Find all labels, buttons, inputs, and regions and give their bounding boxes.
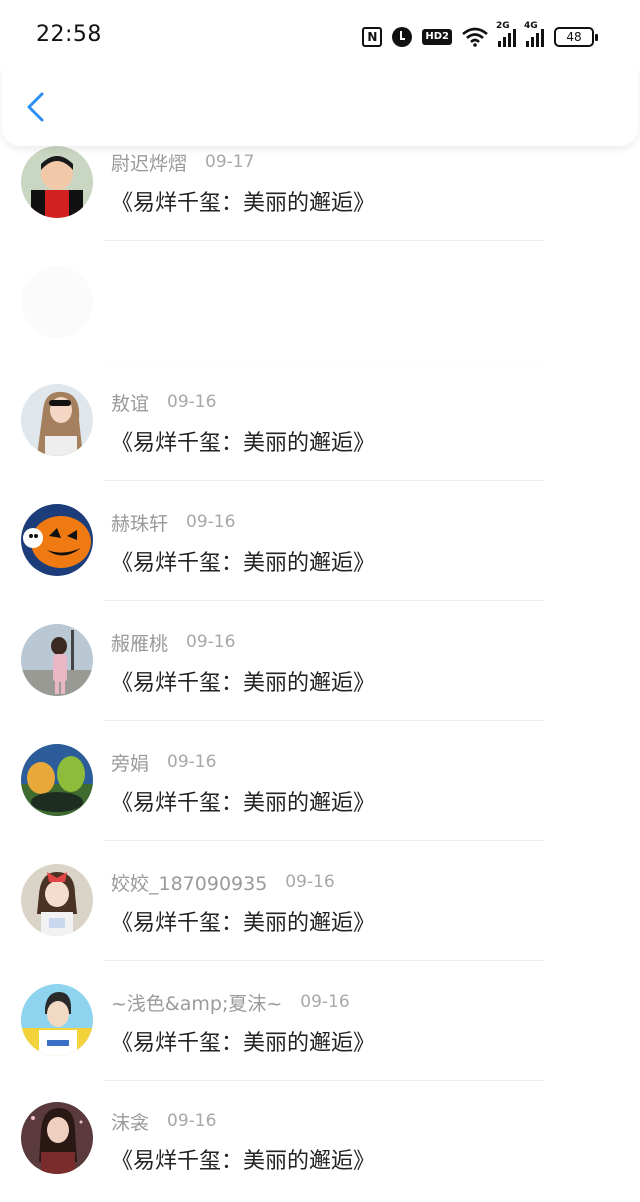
avatar[interactable] — [21, 1102, 93, 1174]
comment-meta: 敖谊 09-16 — [111, 389, 216, 415]
divider — [104, 240, 544, 241]
username[interactable]: 旁娟 — [111, 749, 149, 776]
list-item[interactable]: 赫珠轩 09-16 《易烊千玺：美丽的邂逅》 — [0, 502, 640, 622]
comment-text: 《易烊千玺：美丽的邂逅》 — [111, 791, 376, 816]
nfc-icon: N — [362, 27, 383, 47]
list-item[interactable]: 旁娟 09-16 《易烊千玺：美丽的邂逅》 — [0, 742, 640, 862]
divider — [104, 360, 544, 361]
list-item[interactable]: ~浅色&amp;夏沫~ 09-16 《易烊千玺：美丽的邂逅》 — [0, 982, 640, 1102]
username[interactable]: 沫衾 — [111, 1108, 149, 1135]
avatar[interactable] — [21, 864, 93, 936]
divider — [104, 960, 544, 961]
comment-date: 09-16 — [167, 392, 217, 412]
comment-meta: 尉迟烨熠 09-17 — [111, 149, 254, 175]
comment-meta: 赫珠轩 09-16 — [111, 509, 235, 535]
comment-meta: 赧雁桃 09-16 — [111, 629, 235, 655]
avatar[interactable] — [21, 384, 93, 456]
status-icons: N HD2 2G 4G 48 — [362, 21, 598, 50]
comment-date: 09-16 — [167, 752, 217, 772]
list-item[interactable]: 敖谊 09-16 《易烊千玺：美丽的邂逅》 — [0, 382, 640, 502]
comment-date: 09-17 — [205, 152, 255, 172]
list-item[interactable]: 尉迟烨熠 09-17 《易烊千玺：美丽的邂逅》 — [0, 142, 640, 262]
alarm-icon — [392, 27, 413, 47]
app-header — [2, 64, 638, 146]
status-bar: 22:58 N HD2 2G 4G 48 — [0, 0, 640, 72]
divider — [104, 480, 544, 481]
comment-meta: 姣姣_187090935 09-16 — [111, 869, 335, 895]
wifi-icon — [462, 27, 488, 47]
username[interactable]: 赫珠轩 — [111, 509, 168, 536]
network-type: 2G — [496, 21, 510, 31]
comment-date: 09-16 — [167, 1111, 217, 1131]
list-item[interactable] — [0, 262, 640, 382]
comment-meta: 沫衾 09-16 — [111, 1108, 216, 1134]
divider — [104, 720, 544, 721]
comment-text: 《易烊千玺：美丽的邂逅》 — [111, 1149, 376, 1174]
comment-date: 09-16 — [186, 512, 236, 532]
divider — [104, 600, 544, 601]
chevron-left-icon — [27, 92, 44, 122]
comment-date: 09-16 — [285, 872, 335, 892]
avatar[interactable] — [21, 984, 93, 1056]
list-item[interactable]: 姣姣_187090935 09-16 《易烊千玺：美丽的邂逅》 — [0, 862, 640, 982]
username[interactable]: 赧雁桃 — [111, 629, 168, 656]
avatar[interactable] — [21, 266, 93, 338]
comment-text: 《易烊千玺：美丽的邂逅》 — [111, 1031, 376, 1056]
comment-date: 09-16 — [300, 992, 350, 1012]
signal-2g-icon: 2G — [496, 21, 516, 47]
username[interactable]: 敖谊 — [111, 389, 149, 416]
hd-voice-icon: HD2 — [422, 29, 452, 45]
screen: 尉迟烨熠 09-17 《易烊千玺：美丽的邂逅》 敖谊 09-16 《易烊千玺：美… — [0, 0, 640, 1202]
username[interactable]: ~浅色&amp;夏沫~ — [111, 989, 282, 1016]
battery-icon: 48 — [554, 27, 598, 47]
comment-text: 《易烊千玺：美丽的邂逅》 — [111, 431, 376, 456]
list-item[interactable]: 沫衾 09-16 《易烊千玺：美丽的邂逅》 — [0, 1102, 640, 1202]
back-button[interactable] — [20, 90, 54, 124]
network-type: 4G — [524, 21, 538, 31]
comment-date: 09-16 — [186, 632, 236, 652]
username[interactable]: 姣姣_187090935 — [111, 869, 267, 896]
signal-4g-icon: 4G — [524, 21, 544, 47]
divider — [104, 840, 544, 841]
divider — [104, 1080, 544, 1081]
avatar[interactable] — [21, 504, 93, 576]
clock: 22:58 — [36, 22, 102, 47]
username[interactable]: 尉迟烨熠 — [111, 149, 187, 176]
comment-text: 《易烊千玺：美丽的邂逅》 — [111, 191, 376, 216]
comment-meta: 旁娟 09-16 — [111, 749, 216, 775]
avatar[interactable] — [21, 744, 93, 816]
comment-meta: ~浅色&amp;夏沫~ 09-16 — [111, 989, 350, 1015]
comment-text: 《易烊千玺：美丽的邂逅》 — [111, 551, 376, 576]
comment-text: 《易烊千玺：美丽的邂逅》 — [111, 911, 376, 936]
avatar[interactable] — [21, 624, 93, 696]
comment-text: 《易烊千玺：美丽的邂逅》 — [111, 671, 376, 696]
avatar[interactable] — [21, 146, 93, 218]
list-item[interactable]: 赧雁桃 09-16 《易烊千玺：美丽的邂逅》 — [0, 622, 640, 742]
